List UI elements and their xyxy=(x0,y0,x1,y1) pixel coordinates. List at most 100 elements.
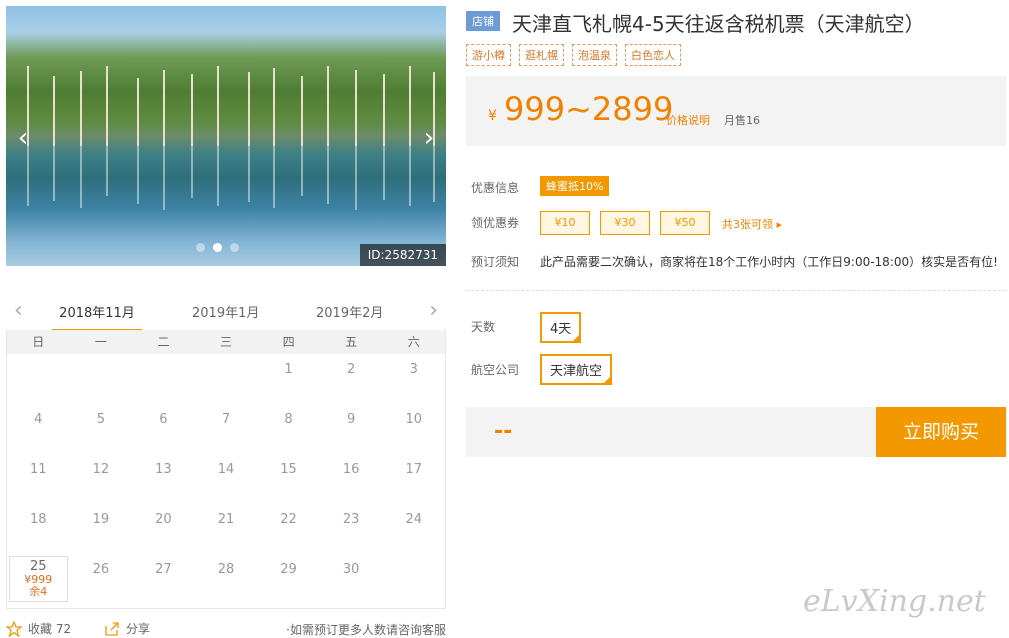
weekday-label: 二 xyxy=(157,335,170,349)
day-number: 6 xyxy=(159,412,168,427)
product-tag[interactable]: 白色恋人 xyxy=(625,44,681,66)
price-panel: ¥ 999~2899 价格说明 月售16 xyxy=(466,76,1006,146)
day-number: 22 xyxy=(280,512,297,527)
calendar-day: 5 xyxy=(70,404,133,454)
day-number: 17 xyxy=(405,462,422,477)
calendar-day: 17 xyxy=(382,454,445,504)
calendar-day-grid: 1 2 3 4 5 6 7 8 9 10 11 12 13 14 15 16 17 18 19 20 21 22 23 24 2… xyxy=(7,354,445,604)
calendar-day: 11 xyxy=(7,454,70,504)
calendar-day: 20 xyxy=(132,504,195,554)
calendar-day-empty xyxy=(70,354,133,404)
gallery-pagination xyxy=(196,243,239,252)
day-number: 16 xyxy=(342,462,360,477)
gallery-next-arrow-icon[interactable]: › xyxy=(418,124,440,152)
gallery-prev-arrow-icon[interactable]: ‹ xyxy=(12,124,34,152)
coupon-label: 领优惠券 xyxy=(471,216,520,230)
weekday-label: 六 xyxy=(407,335,420,349)
product-tag[interactable]: 逛札幌 xyxy=(519,44,564,66)
calendar-weekdays: 日 一 二 三 四 五 六 xyxy=(7,330,445,354)
calendar-day: 23 xyxy=(320,504,383,554)
day-number: 3 xyxy=(409,362,418,377)
day-number: 24 xyxy=(405,512,422,527)
currency-symbol: ¥ xyxy=(488,108,497,124)
coupon-chip[interactable]: ¥50 xyxy=(660,211,710,235)
calendar-day: 19 xyxy=(70,504,133,554)
buy-now-button[interactable]: 立即购买 xyxy=(876,407,1006,457)
calendar-next-icon[interactable]: › xyxy=(429,298,438,323)
calendar-month-tab[interactable]: 2019年1月 xyxy=(192,302,259,321)
calendar-day: 15 xyxy=(257,454,320,504)
day-number: 21 xyxy=(217,512,235,527)
day-number: 26 xyxy=(92,562,110,577)
weekday-label: 四 xyxy=(282,335,295,349)
promo-badge: 蜂蜜抵10% xyxy=(540,176,610,196)
coupon-more-link[interactable]: 共3张可领 ▸ xyxy=(722,216,782,232)
product-tag[interactable]: 游小樽 xyxy=(466,44,511,66)
calendar-day: 14 xyxy=(195,454,258,504)
day-number: 13 xyxy=(155,462,172,477)
days-option-selected[interactable]: 4天 xyxy=(540,312,582,343)
gallery-dot[interactable] xyxy=(230,243,239,252)
calendar-day: 22 xyxy=(257,504,320,554)
coupon-chip[interactable]: ¥10 xyxy=(540,211,590,235)
coupon-chip[interactable]: ¥30 xyxy=(600,211,650,235)
total-price-placeholder: -- xyxy=(494,419,513,444)
calendar-day-empty xyxy=(382,554,445,604)
gallery-dot-active[interactable] xyxy=(213,243,222,252)
gallery-dot[interactable] xyxy=(196,243,205,252)
forest-image xyxy=(27,66,435,146)
calendar-month-tab-active[interactable]: 2018年11月 xyxy=(52,302,142,331)
day-number: 30 xyxy=(342,562,360,577)
day-number: 19 xyxy=(92,512,110,527)
calendar-day: 4 xyxy=(7,404,70,454)
calendar-day[interactable]: 25 ¥999 余4 xyxy=(9,556,68,602)
day-number: 25 xyxy=(30,559,47,574)
day-number: 28 xyxy=(217,562,235,577)
price-range: 999~2899 xyxy=(504,90,674,128)
product-title: 天津直飞札幌4-5天往返含税机票（天津航空） xyxy=(512,12,925,36)
calendar-day-empty xyxy=(132,354,195,404)
calendar-day: 28 xyxy=(195,554,258,604)
photo-id-badge: ID:2582731 xyxy=(359,244,446,266)
day-number: 11 xyxy=(30,462,47,477)
calendar-day: 16 xyxy=(320,454,383,504)
calendar-prev-icon[interactable]: ‹ xyxy=(14,298,23,323)
calendar-day: 26 xyxy=(70,554,133,604)
calendar-day-empty xyxy=(195,354,258,404)
monthly-sales: 月售16 xyxy=(724,114,760,127)
product-tag[interactable]: 泡温泉 xyxy=(572,44,617,66)
calendar-day: 27 xyxy=(132,554,195,604)
total-price-bar: -- xyxy=(466,407,876,457)
calendar-day: 7 xyxy=(195,404,258,454)
product-gallery[interactable]: ‹ › ID:2582731 xyxy=(6,6,446,266)
calendar-day: 29 xyxy=(257,554,320,604)
share-button[interactable]: 分享 xyxy=(104,620,150,637)
calendar-month-tab[interactable]: 2019年2月 xyxy=(316,302,383,321)
day-number: 7 xyxy=(221,412,231,427)
price-explanation-link[interactable]: 价格说明 xyxy=(666,112,710,128)
favorite-button[interactable]: 收藏 72 xyxy=(6,620,71,637)
calendar-day-empty xyxy=(7,354,70,404)
calendar-day: 13 xyxy=(132,454,195,504)
day-number: 20 xyxy=(155,512,172,527)
booking-notice-label: 预订须知 xyxy=(471,255,520,269)
day-number: 8 xyxy=(284,412,293,427)
action-bar: 收藏 72 分享 ·如需预订更多人数请咨询客服 xyxy=(6,620,446,637)
lake-reflection-image xyxy=(27,146,435,210)
day-number: 23 xyxy=(342,512,360,527)
coupon-list: ¥10 ¥30 ¥50 xyxy=(540,211,710,235)
booking-notice-text: 此产品需要二次确认，商家将在18个工作小时内（工作日9:00-18:00）核实是… xyxy=(540,255,998,269)
day-number: 4 xyxy=(34,412,43,427)
day-number: 5 xyxy=(96,412,105,427)
calendar-day: 3 xyxy=(382,354,445,404)
calendar-day: 6 xyxy=(132,404,195,454)
shop-badge: 店铺 xyxy=(466,11,500,31)
watermark: eLvXing.net xyxy=(803,584,986,619)
weekday-label: 一 xyxy=(94,335,107,349)
calendar-day: 18 xyxy=(7,504,70,554)
day-number: 10 xyxy=(405,412,422,427)
day-number: 18 xyxy=(30,512,47,527)
day-number: 27 xyxy=(155,562,172,577)
airline-option-selected[interactable]: 天津航空 xyxy=(540,354,613,385)
favorite-count: 收藏 72 xyxy=(28,622,72,636)
